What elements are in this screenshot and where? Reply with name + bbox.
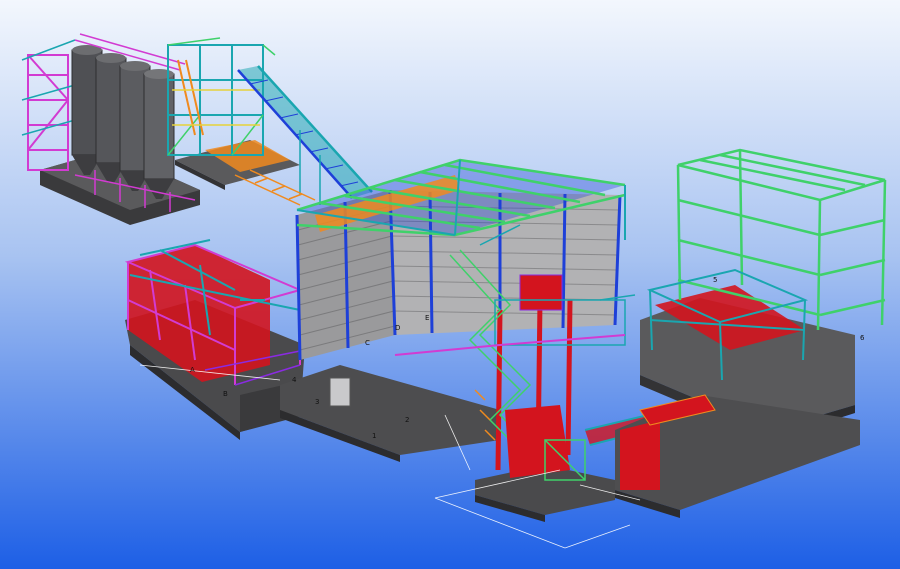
grid-label-d: D <box>395 324 400 332</box>
grid-label-b: B <box>223 390 228 398</box>
silo-group[interactable] <box>21 33 200 225</box>
grid-label-3: 3 <box>315 398 319 406</box>
grid-label-1: 1 <box>372 432 376 440</box>
left-bin-structure[interactable] <box>124 239 306 440</box>
control-room[interactable] <box>519 274 563 311</box>
grid-label-4: 4 <box>292 376 297 384</box>
right-building[interactable] <box>640 148 887 440</box>
conveyor-icon[interactable] <box>237 65 373 205</box>
grid-label-2: 2 <box>405 416 409 424</box>
grid-label-e: E <box>425 314 429 322</box>
grid-label-a: A <box>190 366 195 374</box>
grid-label-c: C <box>365 339 370 347</box>
building-frame-icon[interactable] <box>280 158 626 462</box>
model-viewport[interactable]: A B C D E 1 2 3 4 5 6 <box>0 0 900 569</box>
building-door[interactable] <box>329 377 351 407</box>
plant-3d-model[interactable]: A B C D E 1 2 3 4 5 6 <box>0 0 900 569</box>
grid-label-5: 5 <box>713 276 717 284</box>
silo-access-tower <box>27 54 69 171</box>
grid-label-6: 6 <box>860 334 865 342</box>
